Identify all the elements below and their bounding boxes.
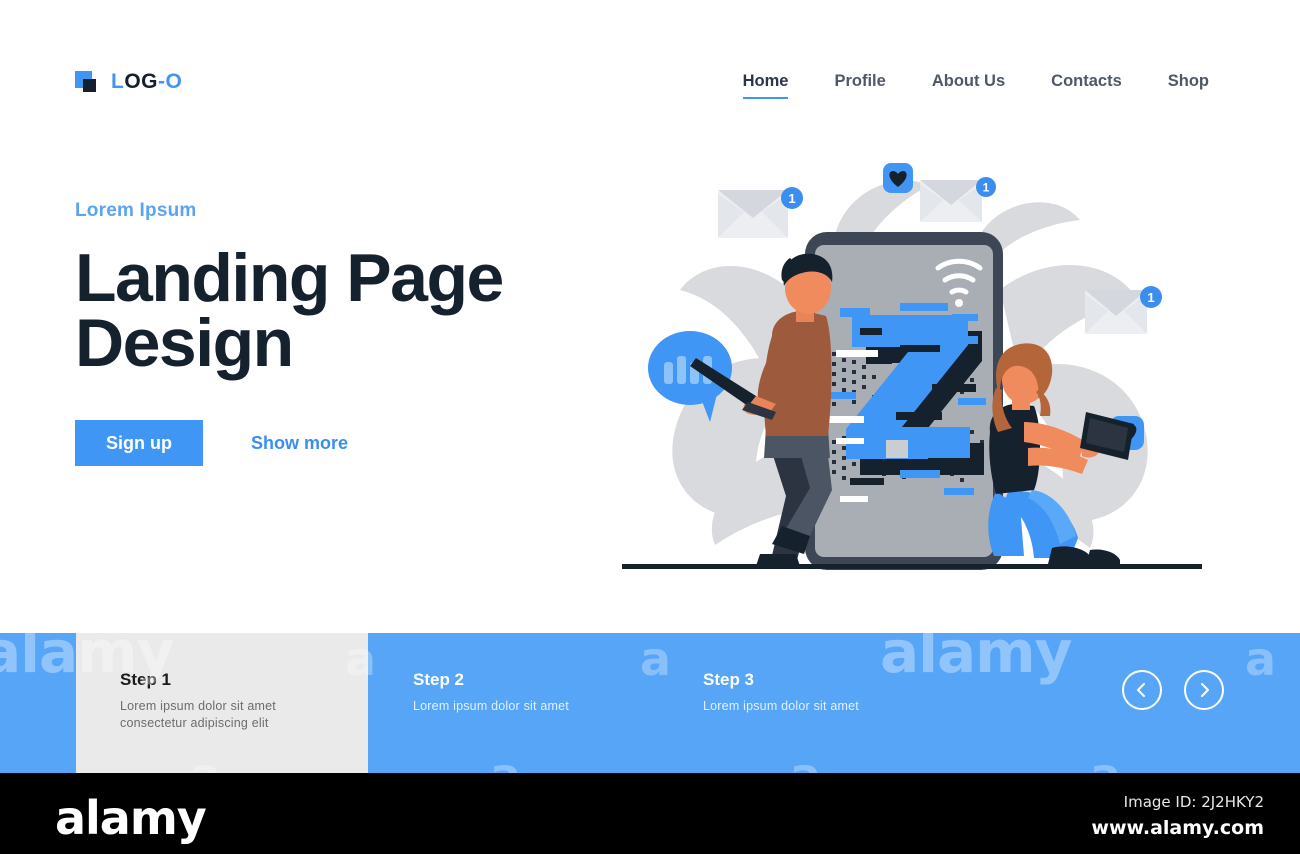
- hero-cta-row: Sign up Show more: [75, 420, 348, 466]
- step-title-2: Step 2: [413, 670, 465, 689]
- alamy-url: www.alamy.com: [1091, 817, 1264, 839]
- brand-name-part3: -O: [158, 70, 183, 93]
- brand-name-part1: L: [111, 70, 125, 93]
- nav-item-profile[interactable]: Profile: [811, 72, 908, 91]
- step-card-1[interactable]: Step 1 Lorem ipsum dolor sit amet consec…: [76, 633, 368, 773]
- site-header: LOG-O Home Profile About Us Contacts Sho…: [0, 0, 1300, 145]
- phone-device: [805, 232, 1003, 570]
- sign-up-button[interactable]: Sign up: [75, 420, 203, 466]
- footer-meta: Image ID: 2J2HKY2 www.alamy.com: [1091, 793, 1264, 839]
- brand-logo[interactable]: LOG-O: [75, 70, 182, 94]
- hero-eyebrow: Lorem Ipsum: [75, 200, 197, 221]
- wifi-dot: [955, 299, 963, 307]
- step-desc-3: Lorem ipsum dolor sit amet: [703, 699, 859, 713]
- hero-content: Lorem Ipsum Landing Page Design Sign up …: [75, 200, 595, 466]
- step-desc-1: Lorem ipsum dolor sit amet consectetur a…: [120, 699, 276, 730]
- chevron-right-icon: [1201, 683, 1209, 697]
- page-title: Landing Page Design: [75, 240, 595, 381]
- badge-count-1: 1: [788, 191, 795, 206]
- image-id-label: Image ID: 2J2HKY2: [1123, 793, 1264, 811]
- badge-count-3: 1: [1147, 290, 1154, 305]
- step-card-2[interactable]: Step 2 Lorem ipsum dolor sit amet: [368, 633, 658, 773]
- headline-line-2: Design: [75, 304, 294, 381]
- nav-item-shop[interactable]: Shop: [1145, 72, 1232, 91]
- nav-item-about-us[interactable]: About Us: [909, 72, 1028, 91]
- carousel-next-button[interactable]: [1184, 670, 1224, 710]
- envelope-icon-1: 1: [718, 187, 803, 238]
- alamy-logo: alamy: [55, 791, 207, 845]
- envelope-icon-2: 1: [920, 177, 996, 222]
- badge-count-2: 1: [983, 181, 990, 195]
- brand-name-part2: OG: [124, 70, 158, 93]
- step-desc-2: Lorem ipsum dolor sit amet: [413, 699, 569, 713]
- carousel-controls: [1122, 670, 1224, 710]
- step-card-3[interactable]: Step 3 Lorem ipsum dolor sit amet: [658, 633, 948, 773]
- step-title-1: Step 1: [120, 670, 172, 689]
- nav-item-contacts[interactable]: Contacts: [1028, 72, 1145, 91]
- nav-item-home[interactable]: Home: [720, 72, 812, 99]
- step-title-3: Step 3: [703, 670, 755, 689]
- hero-illustration: 1 1 1: [600, 140, 1240, 590]
- show-more-link[interactable]: Show more: [251, 433, 348, 454]
- logo-square-icon: [75, 71, 97, 93]
- landing-page: LOG-O Home Profile About Us Contacts Sho…: [0, 0, 1300, 854]
- stock-footer-bar: alamy Image ID: 2J2HKY2 www.alamy.com: [0, 773, 1300, 854]
- main-navigation: Home Profile About Us Contacts Shop: [720, 72, 1232, 99]
- chevron-left-icon: [1137, 683, 1145, 697]
- steps-band: Step 1 Lorem ipsum dolor sit amet consec…: [0, 633, 1300, 773]
- envelope-icon-3: 1: [1085, 286, 1162, 334]
- heart-icon-top: [883, 163, 913, 193]
- brand-name: LOG-O: [111, 70, 182, 94]
- headline-line-1: Landing Page: [75, 240, 504, 316]
- carousel-prev-button[interactable]: [1122, 670, 1162, 710]
